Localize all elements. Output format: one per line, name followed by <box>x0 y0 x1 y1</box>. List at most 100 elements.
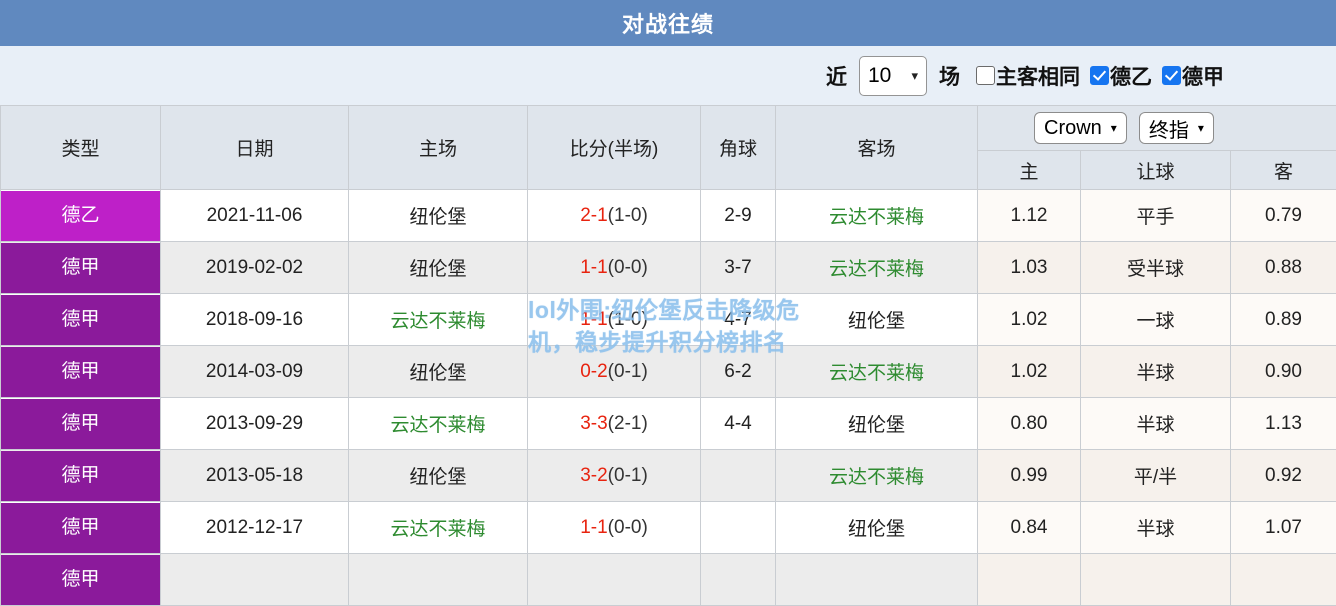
page-title: 对战往绩 <box>622 7 714 39</box>
score-fulltime: 2-1 <box>580 205 607 226</box>
cell-odds-home-text: 0.84 <box>1011 517 1048 538</box>
cell-odds-handicap-text: 半球 <box>1136 415 1174 436</box>
cell-odds-home: 1.12 <box>978 190 1081 242</box>
col-header-corner[interactable]: 角球 <box>701 106 776 190</box>
col-header-type[interactable]: 类型 <box>1 106 161 190</box>
cell-odds-home-text: 1.02 <box>1011 309 1048 330</box>
cell-odds-away: 0.79 <box>1231 190 1336 242</box>
table-row[interactable]: 德甲2013-09-29云达不莱梅3-3(2-1)4-4纽伦堡0.80半球1.1… <box>1 398 1336 450</box>
cell-date: 2013-05-18 <box>161 450 349 502</box>
cell-odds-handicap: 半球 <box>1081 346 1231 398</box>
table-row[interactable]: 德甲2012-12-17云达不莱梅1-1(0-0)纽伦堡0.84半球1.07 <box>1 502 1336 554</box>
col-header-home[interactable]: 主场 <box>349 106 528 190</box>
score-halftime: (1-0) <box>608 205 648 226</box>
cell-date: 2014-03-09 <box>161 346 349 398</box>
score-fulltime: 0-2 <box>580 361 607 382</box>
cell-odds-handicap-text: 受半球 <box>1127 259 1184 280</box>
table-head: 类型 日期 主场 比分(半场) 角球 客场 Crown ▾ 终指 ▾ <box>1 106 1336 190</box>
match-count-select[interactable]: 10 ▾ <box>859 56 927 96</box>
cell-corner-text: 4-7 <box>724 309 751 330</box>
cell-score: 2-1(1-0) <box>528 190 701 242</box>
table-row[interactable]: 德甲2019-02-02纽伦堡1-1(0-0)3-7云达不莱梅1.03受半球0.… <box>1 242 1336 294</box>
cell-home-team: 纽伦堡 <box>349 190 528 242</box>
cell-date <box>161 554 349 606</box>
league-1-label: 德甲 <box>1182 61 1224 91</box>
table-row[interactable]: 德甲2018-09-16云达不莱梅1-1(1-0)4-7纽伦堡1.02一球0.8… <box>1 294 1336 346</box>
chevron-down-icon: ▾ <box>1198 121 1204 135</box>
cell-score: 1-1(1-0) <box>528 294 701 346</box>
col-header-date[interactable]: 日期 <box>161 106 349 190</box>
league-1-checkbox[interactable] <box>1162 66 1181 85</box>
cell-corner: 6-2 <box>701 346 776 398</box>
odds-picker-header: Crown ▾ 终指 ▾ <box>978 106 1336 151</box>
cell-date-text: 2019-02-02 <box>206 257 303 278</box>
cell-odds-away: 0.92 <box>1231 450 1336 502</box>
col-header-odds-handicap[interactable]: 让球 <box>1081 151 1231 190</box>
cell-home-team-text: 云达不莱梅 <box>390 519 485 540</box>
score-fulltime: 1-1 <box>580 309 607 330</box>
cell-away-team-text: 云达不莱梅 <box>829 363 924 384</box>
score-fulltime: 3-3 <box>580 413 607 434</box>
league-badge: 德甲 <box>1 347 160 397</box>
cell-odds-home: 1.02 <box>978 294 1081 346</box>
score-fulltime: 3-2 <box>580 465 607 486</box>
table-row[interactable]: 德乙2021-11-06纽伦堡2-1(1-0)2-9云达不莱梅1.12平手0.7… <box>1 190 1336 242</box>
cell-odds-handicap-text: 半球 <box>1136 363 1174 384</box>
league-badge: 德甲 <box>1 555 160 605</box>
league-2-label: 德乙 <box>1110 61 1152 91</box>
cell-home-team: 云达不莱梅 <box>349 398 528 450</box>
odds-company-select[interactable]: Crown ▾ <box>1034 112 1127 144</box>
col-header-odds-away[interactable]: 客 <box>1231 151 1336 190</box>
cell-away-team: 纽伦堡 <box>776 398 978 450</box>
cell-away-team-text: 纽伦堡 <box>848 519 905 540</box>
cell-corner-text: 4-4 <box>724 413 751 434</box>
cell-corner: 3-7 <box>701 242 776 294</box>
cell-away-team: 纽伦堡 <box>776 294 978 346</box>
cell-home-team-text: 纽伦堡 <box>409 467 466 488</box>
cell-date-text: 2012-12-17 <box>206 517 303 538</box>
league-badge: 德甲 <box>1 451 160 501</box>
cell-corner <box>701 554 776 606</box>
cell-home-team: 云达不莱梅 <box>349 502 528 554</box>
cell-type: 德乙 <box>1 190 161 242</box>
cell-odds-home-text: 0.80 <box>1011 413 1048 434</box>
odds-stage-select[interactable]: 终指 ▾ <box>1139 112 1214 144</box>
cell-away-team: 云达不莱梅 <box>776 242 978 294</box>
cell-odds-handicap: 平手 <box>1081 190 1231 242</box>
cell-odds-handicap: 平/半 <box>1081 450 1231 502</box>
league-2-checkbox[interactable] <box>1090 66 1109 85</box>
cell-odds-home-text: 0.99 <box>1011 465 1048 486</box>
col-header-odds-home[interactable]: 主 <box>978 151 1081 190</box>
score-fulltime: 1-1 <box>580 517 607 538</box>
table-row[interactable]: 德甲2014-03-09纽伦堡0-2(0-1)6-2云达不莱梅1.02半球0.9… <box>1 346 1336 398</box>
cell-home-team-text: 云达不莱梅 <box>390 415 485 436</box>
cell-away-team-text: 云达不莱梅 <box>829 259 924 280</box>
cell-odds-home: 0.80 <box>978 398 1081 450</box>
cell-odds-home-text: 1.03 <box>1011 257 1048 278</box>
same-venue-checkbox[interactable] <box>976 66 995 85</box>
cell-date: 2019-02-02 <box>161 242 349 294</box>
table-body: 德乙2021-11-06纽伦堡2-1(1-0)2-9云达不莱梅1.12平手0.7… <box>1 190 1336 606</box>
cell-home-team: 纽伦堡 <box>349 346 528 398</box>
cell-home-team: 纽伦堡 <box>349 450 528 502</box>
table-row[interactable]: 德甲2013-05-18 纽伦堡 3-2(0-1) 云达不莱梅 0.99 平/半0.92 <box>1 450 1336 502</box>
cell-away-team-text: 纽伦堡 <box>848 415 905 436</box>
col-header-score[interactable]: 比分(半场) <box>528 106 701 190</box>
cell-away-team <box>776 554 978 606</box>
score-halftime: (2-1) <box>608 413 648 434</box>
col-header-away[interactable]: 客场 <box>776 106 978 190</box>
cell-away-team-text: 云达不莱梅 <box>829 467 924 488</box>
cell-odds-home: 1.03 <box>978 242 1081 294</box>
cell-odds-home: 0.99 <box>978 450 1081 502</box>
cell-odds-handicap <box>1081 554 1231 606</box>
cell-corner-text: 2-9 <box>724 205 751 226</box>
cell-home-team: 纽伦堡 <box>349 242 528 294</box>
odds-stage-value: 终指 <box>1149 114 1189 143</box>
cell-type: 德甲 <box>1 450 161 502</box>
table-row[interactable]: 德甲 <box>1 554 1336 606</box>
chevron-down-icon: ▾ <box>911 68 918 84</box>
cell-corner: 4-4 <box>701 398 776 450</box>
recent-label: 近 <box>826 61 847 91</box>
page-title-bar: 对战往绩 <box>0 0 1336 46</box>
score-halftime: (0-1) <box>608 465 648 486</box>
